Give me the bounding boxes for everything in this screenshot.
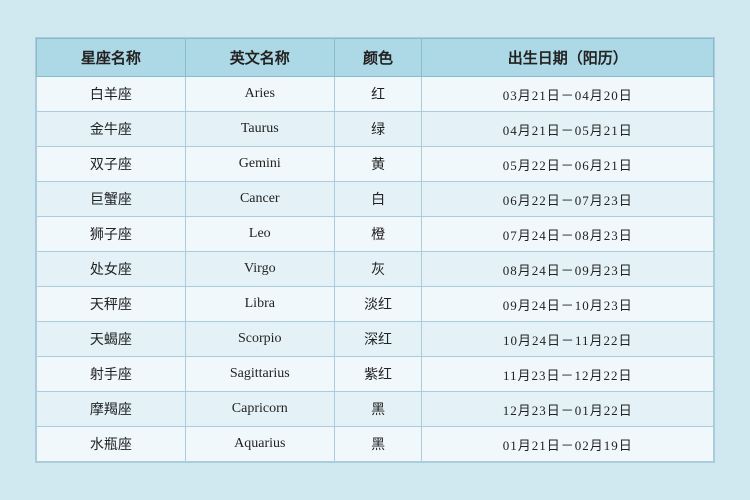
cell-chinese: 天蝎座	[37, 322, 186, 357]
cell-chinese: 白羊座	[37, 77, 186, 112]
table-row: 射手座Sagittarius紫红11月23日－12月22日	[37, 357, 714, 392]
table-row: 白羊座Aries红03月21日－04月20日	[37, 77, 714, 112]
cell-date: 12月23日－01月22日	[422, 392, 714, 427]
zodiac-table: 星座名称 英文名称 颜色 出生日期（阳历） 白羊座Aries红03月21日－04…	[36, 38, 714, 462]
cell-english: Scorpio	[185, 322, 334, 357]
cell-date: 03月21日－04月20日	[422, 77, 714, 112]
cell-color: 灰	[334, 252, 422, 287]
cell-color: 黑	[334, 392, 422, 427]
cell-chinese: 巨蟹座	[37, 182, 186, 217]
cell-color: 紫红	[334, 357, 422, 392]
cell-chinese: 水瓶座	[37, 427, 186, 462]
cell-date: 05月22日－06月21日	[422, 147, 714, 182]
cell-english: Virgo	[185, 252, 334, 287]
cell-color: 黄	[334, 147, 422, 182]
cell-color: 淡红	[334, 287, 422, 322]
cell-english: Aries	[185, 77, 334, 112]
table-row: 金牛座Taurus绿04月21日－05月21日	[37, 112, 714, 147]
cell-color: 黑	[334, 427, 422, 462]
table-body: 白羊座Aries红03月21日－04月20日金牛座Taurus绿04月21日－0…	[37, 77, 714, 462]
table-row: 处女座Virgo灰08月24日－09月23日	[37, 252, 714, 287]
col-header-color: 颜色	[334, 39, 422, 77]
col-header-chinese: 星座名称	[37, 39, 186, 77]
cell-date: 07月24日－08月23日	[422, 217, 714, 252]
table-row: 水瓶座Aquarius黑01月21日－02月19日	[37, 427, 714, 462]
table-row: 狮子座Leo橙07月24日－08月23日	[37, 217, 714, 252]
cell-date: 10月24日－11月22日	[422, 322, 714, 357]
cell-color: 绿	[334, 112, 422, 147]
table-header-row: 星座名称 英文名称 颜色 出生日期（阳历）	[37, 39, 714, 77]
cell-color: 深红	[334, 322, 422, 357]
cell-chinese: 处女座	[37, 252, 186, 287]
cell-english: Capricorn	[185, 392, 334, 427]
cell-chinese: 射手座	[37, 357, 186, 392]
cell-chinese: 狮子座	[37, 217, 186, 252]
table-row: 双子座Gemini黄05月22日－06月21日	[37, 147, 714, 182]
cell-english: Libra	[185, 287, 334, 322]
col-header-english: 英文名称	[185, 39, 334, 77]
cell-english: Cancer	[185, 182, 334, 217]
cell-english: Sagittarius	[185, 357, 334, 392]
table-row: 摩羯座Capricorn黑12月23日－01月22日	[37, 392, 714, 427]
cell-english: Taurus	[185, 112, 334, 147]
table-row: 天蝎座Scorpio深红10月24日－11月22日	[37, 322, 714, 357]
cell-date: 01月21日－02月19日	[422, 427, 714, 462]
cell-chinese: 金牛座	[37, 112, 186, 147]
col-header-date: 出生日期（阳历）	[422, 39, 714, 77]
cell-date: 11月23日－12月22日	[422, 357, 714, 392]
cell-english: Aquarius	[185, 427, 334, 462]
cell-color: 白	[334, 182, 422, 217]
cell-english: Leo	[185, 217, 334, 252]
table-row: 天秤座Libra淡红09月24日－10月23日	[37, 287, 714, 322]
cell-chinese: 双子座	[37, 147, 186, 182]
cell-date: 04月21日－05月21日	[422, 112, 714, 147]
cell-chinese: 摩羯座	[37, 392, 186, 427]
cell-date: 09月24日－10月23日	[422, 287, 714, 322]
cell-color: 红	[334, 77, 422, 112]
cell-color: 橙	[334, 217, 422, 252]
cell-chinese: 天秤座	[37, 287, 186, 322]
cell-date: 06月22日－07月23日	[422, 182, 714, 217]
table-row: 巨蟹座Cancer白06月22日－07月23日	[37, 182, 714, 217]
cell-english: Gemini	[185, 147, 334, 182]
zodiac-table-container: 星座名称 英文名称 颜色 出生日期（阳历） 白羊座Aries红03月21日－04…	[35, 37, 715, 463]
cell-date: 08月24日－09月23日	[422, 252, 714, 287]
